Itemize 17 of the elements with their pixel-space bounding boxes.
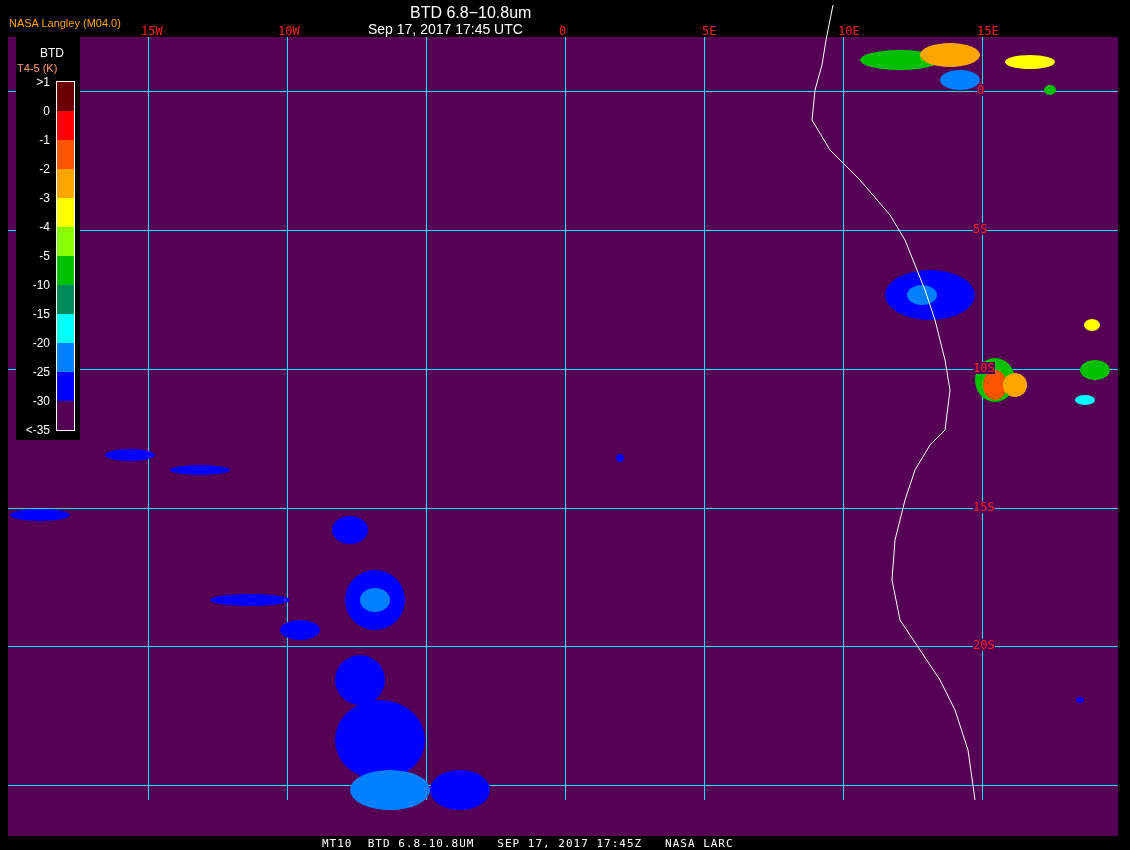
footer-caption: MT10 BTD 6.8-10.8UM SEP 17, 2017 17:45Z NASA LARC xyxy=(322,836,734,850)
source-label: NASA Langley (M04.0) xyxy=(9,16,121,31)
product-title: BTD 6.8−10.8um xyxy=(410,3,532,23)
latitude-label: 15S xyxy=(973,501,995,513)
legend-unit: T4-5 (K) xyxy=(17,61,58,76)
longitude-label: 5E xyxy=(702,23,717,40)
legend-title: BTD xyxy=(40,45,64,62)
latitude-label: 20S xyxy=(973,639,995,651)
timestamp: Sep 17, 2017 17:45 UTC xyxy=(368,20,523,39)
longitude-label: 0 xyxy=(559,23,567,40)
latitude-label: 10S xyxy=(973,362,995,374)
longitude-label: 15W xyxy=(141,23,163,40)
longitude-label: 10W xyxy=(278,23,300,40)
latitude-label: 0 xyxy=(977,84,985,96)
longitude-label: 10E xyxy=(838,23,860,40)
longitude-label: 15E xyxy=(977,23,999,40)
latitude-label: 5S xyxy=(973,223,988,235)
